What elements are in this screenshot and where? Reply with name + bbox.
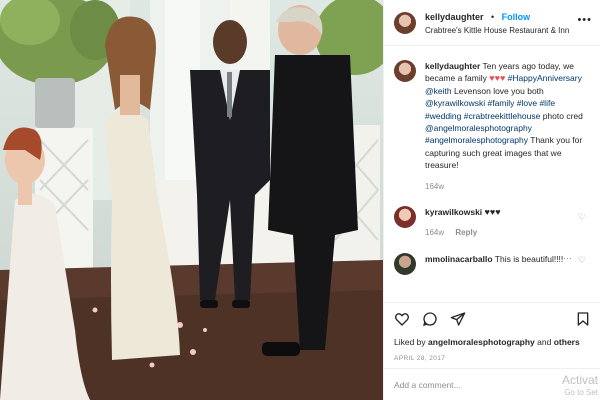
commenter-avatar[interactable] (394, 252, 416, 275)
heart-emoji-icon: ♥♥♥ (489, 73, 506, 84)
comment-text: This is beautiful!!!! (494, 253, 564, 264)
comment-meta: 164w Reply (425, 227, 575, 239)
likes-summary: Liked by angelmoralesphotography and oth… (394, 337, 591, 347)
caption-text-mid: Levenson love you both (453, 85, 544, 96)
caption-author-avatar[interactable] (394, 60, 416, 82)
likes-prefix: Liked by (394, 337, 426, 347)
hashtag-link[interactable]: #HappyAnniversary (508, 73, 582, 83)
location-link[interactable]: Crabtree's Kittle House Restaurant & Inn (425, 24, 569, 37)
comment-text: ♥♥♥ (484, 207, 501, 218)
follow-button[interactable]: Follow (502, 12, 531, 22)
comment-item: mmolinacarballo This is beautiful!!!! ♡ … (394, 252, 590, 275)
like-heart-icon[interactable] (394, 311, 410, 327)
commenter-username[interactable]: mmolinacarballo (425, 254, 493, 264)
bookmark-save-icon[interactable] (575, 311, 591, 327)
instagram-post: kellydaughter • Follow Crabtree's Kittle… (0, 0, 600, 400)
caption-photo-credit: photo cred (542, 110, 583, 121)
mention-link[interactable]: @kyrawilkowski (425, 98, 485, 108)
like-comment-heart-icon[interactable]: ♡ (578, 255, 586, 266)
post-side-panel: kellydaughter • Follow Crabtree's Kittle… (383, 0, 600, 400)
post-date[interactable]: APRIL 28, 2017 (394, 355, 591, 362)
comment-options-icon[interactable]: ··· (563, 253, 572, 263)
comment-bubble-icon[interactable] (422, 311, 438, 327)
comment-item: kyrawilkowski ♥♥♥ 164w Reply ♡ (394, 206, 590, 240)
ellipsis-icon[interactable]: ••• (577, 14, 592, 26)
share-send-icon[interactable] (450, 311, 466, 327)
caption-age[interactable]: 164w (425, 181, 590, 193)
mention-link[interactable]: @angelmoralesphotography (425, 123, 532, 133)
comment-body: kyrawilkowski ♥♥♥ 164w Reply (425, 206, 575, 240)
action-bar: Liked by angelmoralesphotography and oth… (384, 302, 600, 362)
like-comment-heart-icon[interactable]: ♡ (578, 212, 586, 223)
reply-button[interactable]: Reply (455, 228, 477, 237)
header-text: kellydaughter • Follow Crabtree's Kittle… (425, 9, 569, 37)
caption-body: kellydaughter Ten years ago today, we be… (425, 60, 590, 193)
likes-and: and (537, 337, 552, 347)
comment-body: mmolinacarballo This is beautiful!!!! (425, 253, 575, 275)
likes-user-link[interactable]: angelmoralesphotography (428, 337, 535, 347)
caption: kellydaughter Ten years ago today, we be… (394, 60, 590, 193)
separator-dot: • (490, 11, 495, 22)
author-avatar[interactable] (394, 11, 416, 34)
author-username[interactable]: kellydaughter (425, 12, 484, 22)
action-icons (394, 309, 591, 329)
commenter-avatar[interactable] (394, 206, 416, 229)
wedding-ceremony-image (0, 0, 383, 400)
likes-others-link[interactable]: others (554, 337, 580, 347)
mention-link[interactable]: @keith (425, 86, 452, 96)
caption-username[interactable]: kellydaughter (425, 61, 480, 71)
comment-age[interactable]: 164w (425, 228, 444, 237)
activate-windows-watermark-sub: Go to Set (564, 388, 598, 397)
activate-windows-watermark: Activat (561, 373, 598, 387)
hashtag-link[interactable]: #angelmoralesphotography (425, 135, 528, 145)
post-header: kellydaughter • Follow Crabtree's Kittle… (384, 0, 600, 46)
comments-section: kellydaughter Ten years ago today, we be… (384, 46, 600, 275)
commenter-username[interactable]: kyrawilkowski (425, 207, 482, 217)
post-photo[interactable] (0, 0, 383, 400)
